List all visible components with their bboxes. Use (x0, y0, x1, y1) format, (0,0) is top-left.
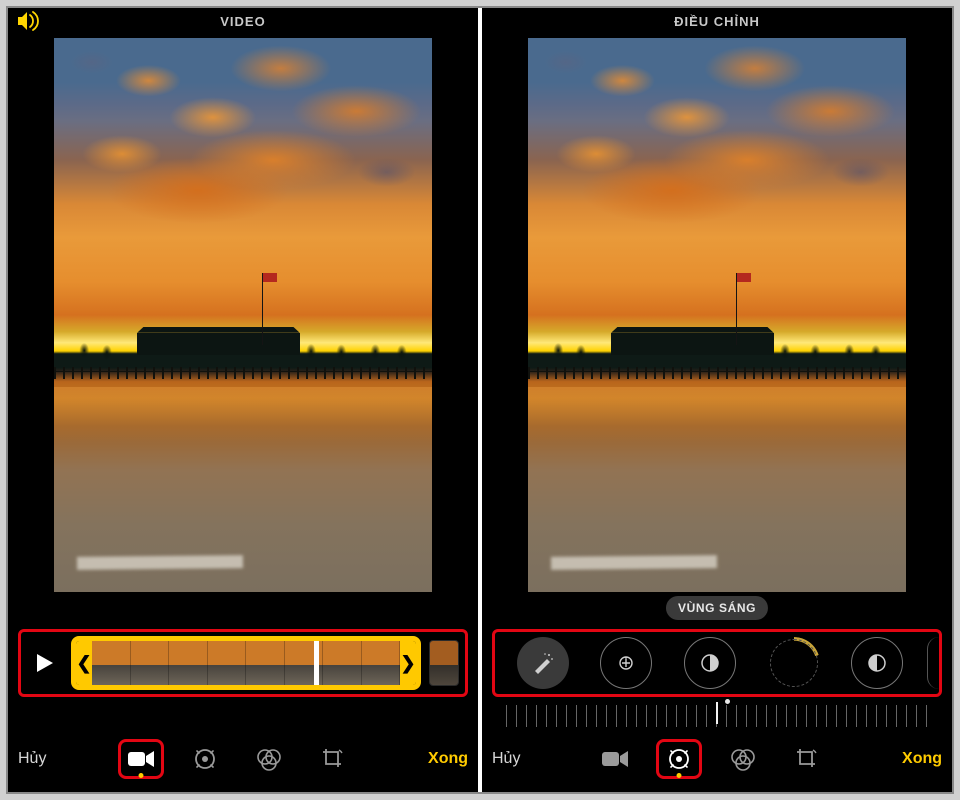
dial-auto[interactable] (517, 637, 569, 689)
tool-video[interactable] (118, 739, 164, 779)
adjust-preview[interactable] (528, 38, 906, 592)
adjust-edit-pane: ĐIỀU CHỈNH VÙNG SÁNG (482, 8, 952, 792)
video-edit-pane: VIDEO ❮ (8, 8, 478, 792)
trim-handle-right[interactable]: ❯ (400, 641, 416, 685)
tool-adjust[interactable] (182, 739, 228, 779)
playhead[interactable] (314, 637, 319, 689)
slider-center-marker (716, 702, 718, 724)
tool-filters[interactable] (246, 739, 292, 779)
tool-crop[interactable] (784, 739, 830, 779)
bottombar-right: Hủy Xong (482, 734, 952, 784)
tool-adjust[interactable] (656, 739, 702, 779)
volume-icon[interactable] (16, 11, 40, 31)
cancel-button[interactable]: Hủy (492, 750, 520, 768)
tool-video[interactable] (592, 739, 638, 779)
video-preview[interactable] (54, 38, 432, 592)
done-button[interactable]: Xong (428, 750, 468, 768)
dial-exposure[interactable] (600, 637, 652, 689)
trim-controls: ❮ ❯ (18, 629, 468, 697)
adjust-slider[interactable] (506, 705, 928, 727)
play-button[interactable] (27, 645, 63, 681)
dial-brilliance[interactable] (684, 637, 736, 689)
topbar-left: VIDEO (8, 8, 478, 34)
trim-thumbnails[interactable] (92, 641, 400, 685)
dial-overflow (927, 637, 939, 689)
trim-handle-left[interactable]: ❮ (76, 641, 92, 685)
trim-timeline[interactable]: ❮ ❯ (71, 636, 421, 690)
trim-overflow (429, 640, 459, 686)
mode-title-left: VIDEO (220, 14, 265, 29)
tool-crop[interactable] (310, 739, 356, 779)
cancel-button[interactable]: Hủy (18, 750, 46, 768)
slider-value-dot[interactable] (725, 699, 730, 704)
adjust-dials-row (492, 629, 942, 697)
dial-highlights[interactable] (768, 637, 820, 689)
topbar-right: ĐIỀU CHỈNH (482, 8, 952, 34)
dial-shadows[interactable] (851, 637, 903, 689)
tool-filters[interactable] (720, 739, 766, 779)
mode-title-right: ĐIỀU CHỈNH (674, 14, 760, 29)
adjustment-name-badge: VÙNG SÁNG (666, 596, 768, 620)
done-button[interactable]: Xong (902, 750, 942, 768)
bottombar-left: Hủy Xong (8, 734, 478, 784)
